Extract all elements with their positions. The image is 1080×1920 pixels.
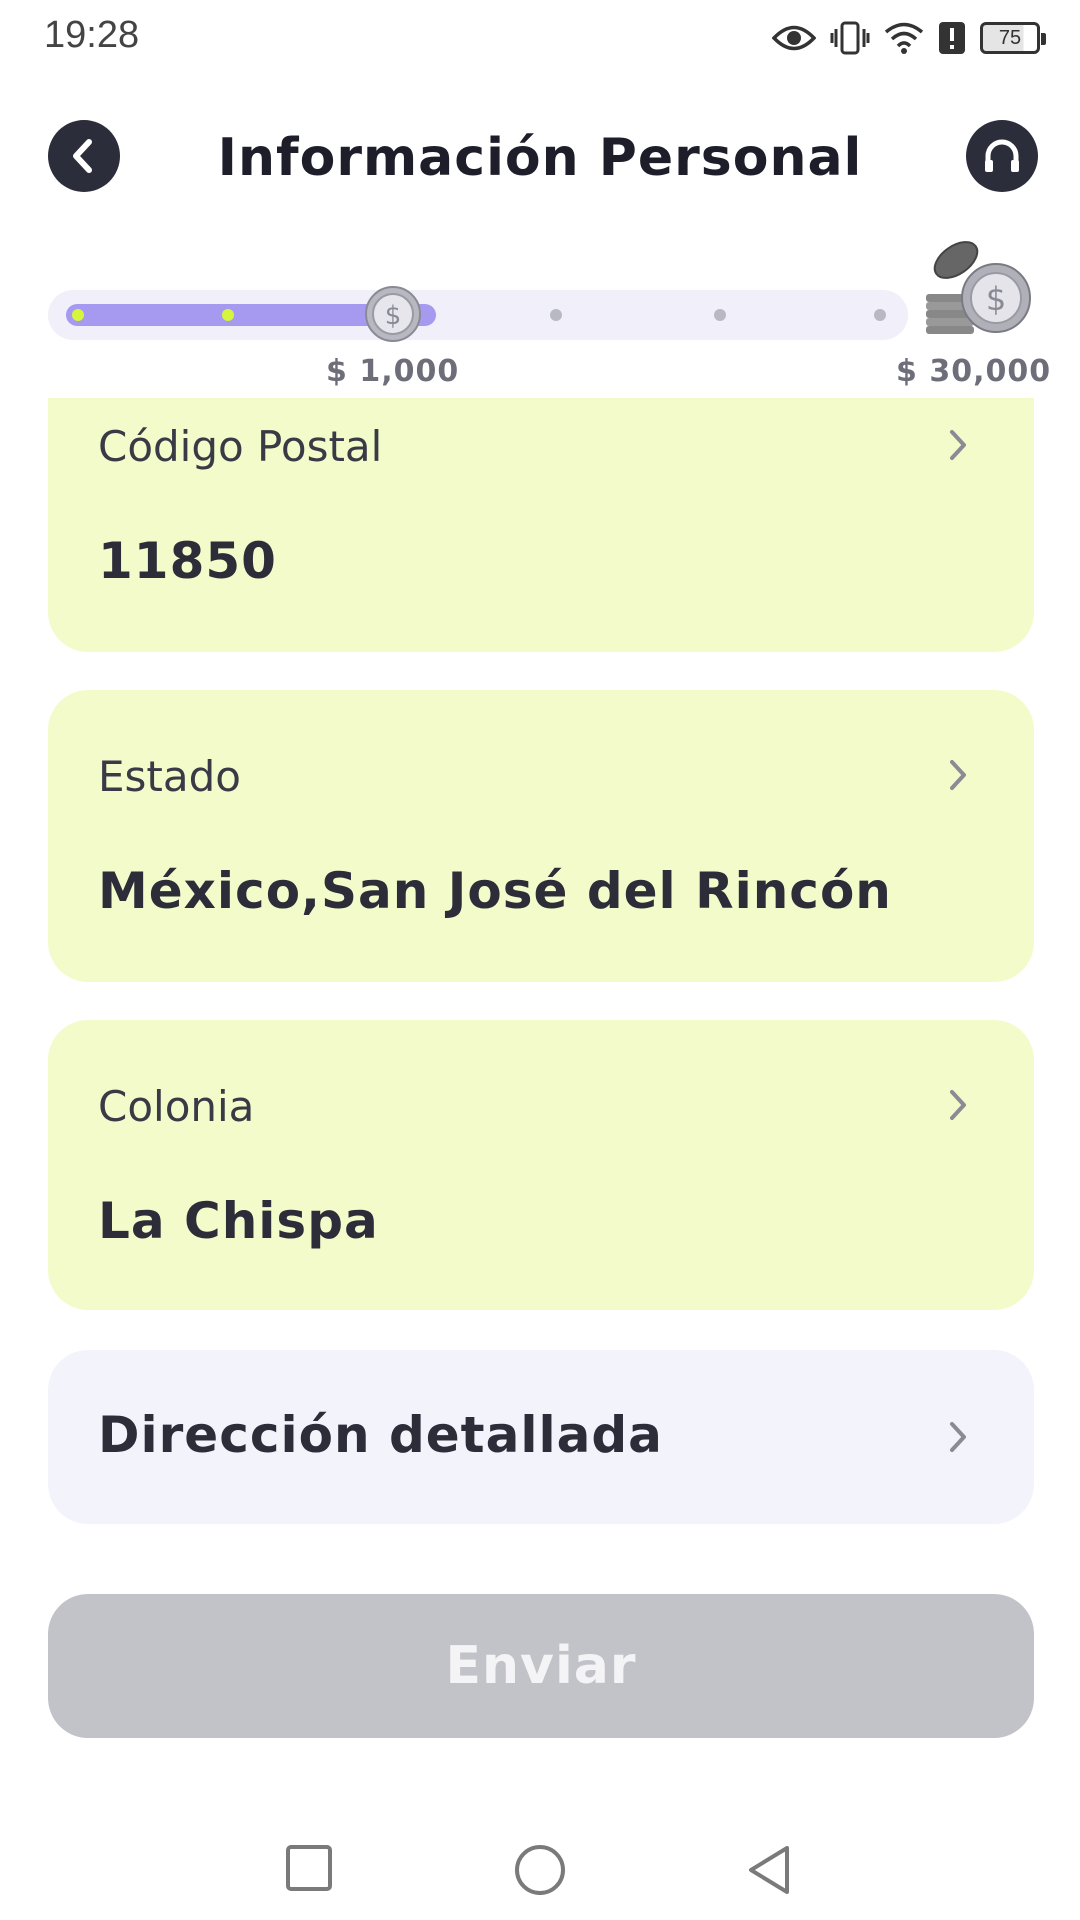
eye-icon [772, 23, 816, 53]
header: Información Personal [0, 110, 1080, 206]
page-title: Información Personal [217, 128, 863, 188]
svg-text:$: $ [986, 280, 1006, 318]
progress-step-dot [550, 309, 562, 321]
coin-stack-icon: $ [926, 241, 1031, 334]
state-value: México,San José del Rincón [98, 862, 892, 920]
home-icon[interactable] [514, 1844, 566, 1896]
alert-icon [938, 21, 966, 55]
status-icons: 75 [772, 16, 1046, 60]
current-amount: $ 1,000 [326, 354, 460, 389]
coin-icon: $ [365, 286, 421, 342]
state-field[interactable]: Estado México,San José del Rincón [48, 690, 1034, 982]
chevron-right-icon [950, 1090, 966, 1120]
navigation-bar [0, 1820, 1080, 1920]
postal-code-label: Código Postal [98, 422, 383, 471]
status-time: 19:28 [44, 14, 140, 56]
chevron-right-icon [950, 1422, 966, 1452]
submit-button[interactable]: Enviar [48, 1594, 1034, 1738]
vibrate-icon [830, 21, 870, 55]
progress-step-dot [222, 309, 234, 321]
postal-code-value: 11850 [98, 532, 277, 590]
back-icon[interactable] [746, 1844, 792, 1896]
chevron-right-icon [950, 430, 966, 460]
recent-apps-icon[interactable] [285, 1844, 333, 1892]
battery-icon: 75 [980, 22, 1046, 54]
wifi-icon [884, 21, 924, 55]
loan-progress: $ [48, 286, 908, 342]
address-field[interactable]: Dirección detallada [48, 1350, 1034, 1524]
state-label: Estado [98, 752, 241, 801]
address-label: Dirección detallada [98, 1406, 663, 1464]
support-button[interactable] [966, 120, 1038, 192]
colony-value: La Chispa [98, 1192, 379, 1250]
progress-step-dot [714, 309, 726, 321]
status-bar: 19:28 75 [0, 0, 1080, 78]
chevron-right-icon [950, 760, 966, 790]
max-amount: $ 30,000 [896, 354, 1052, 389]
postal-code-field[interactable]: Código Postal 11850 [48, 398, 1034, 652]
battery-level: 75 [998, 26, 1022, 49]
progress-step-dot [874, 309, 886, 321]
colony-label: Colonia [98, 1082, 255, 1131]
headset-icon [985, 139, 1019, 172]
svg-text:$: $ [385, 301, 402, 331]
progress-step-dot [72, 309, 84, 321]
colony-field[interactable]: Colonia La Chispa [48, 1020, 1034, 1310]
